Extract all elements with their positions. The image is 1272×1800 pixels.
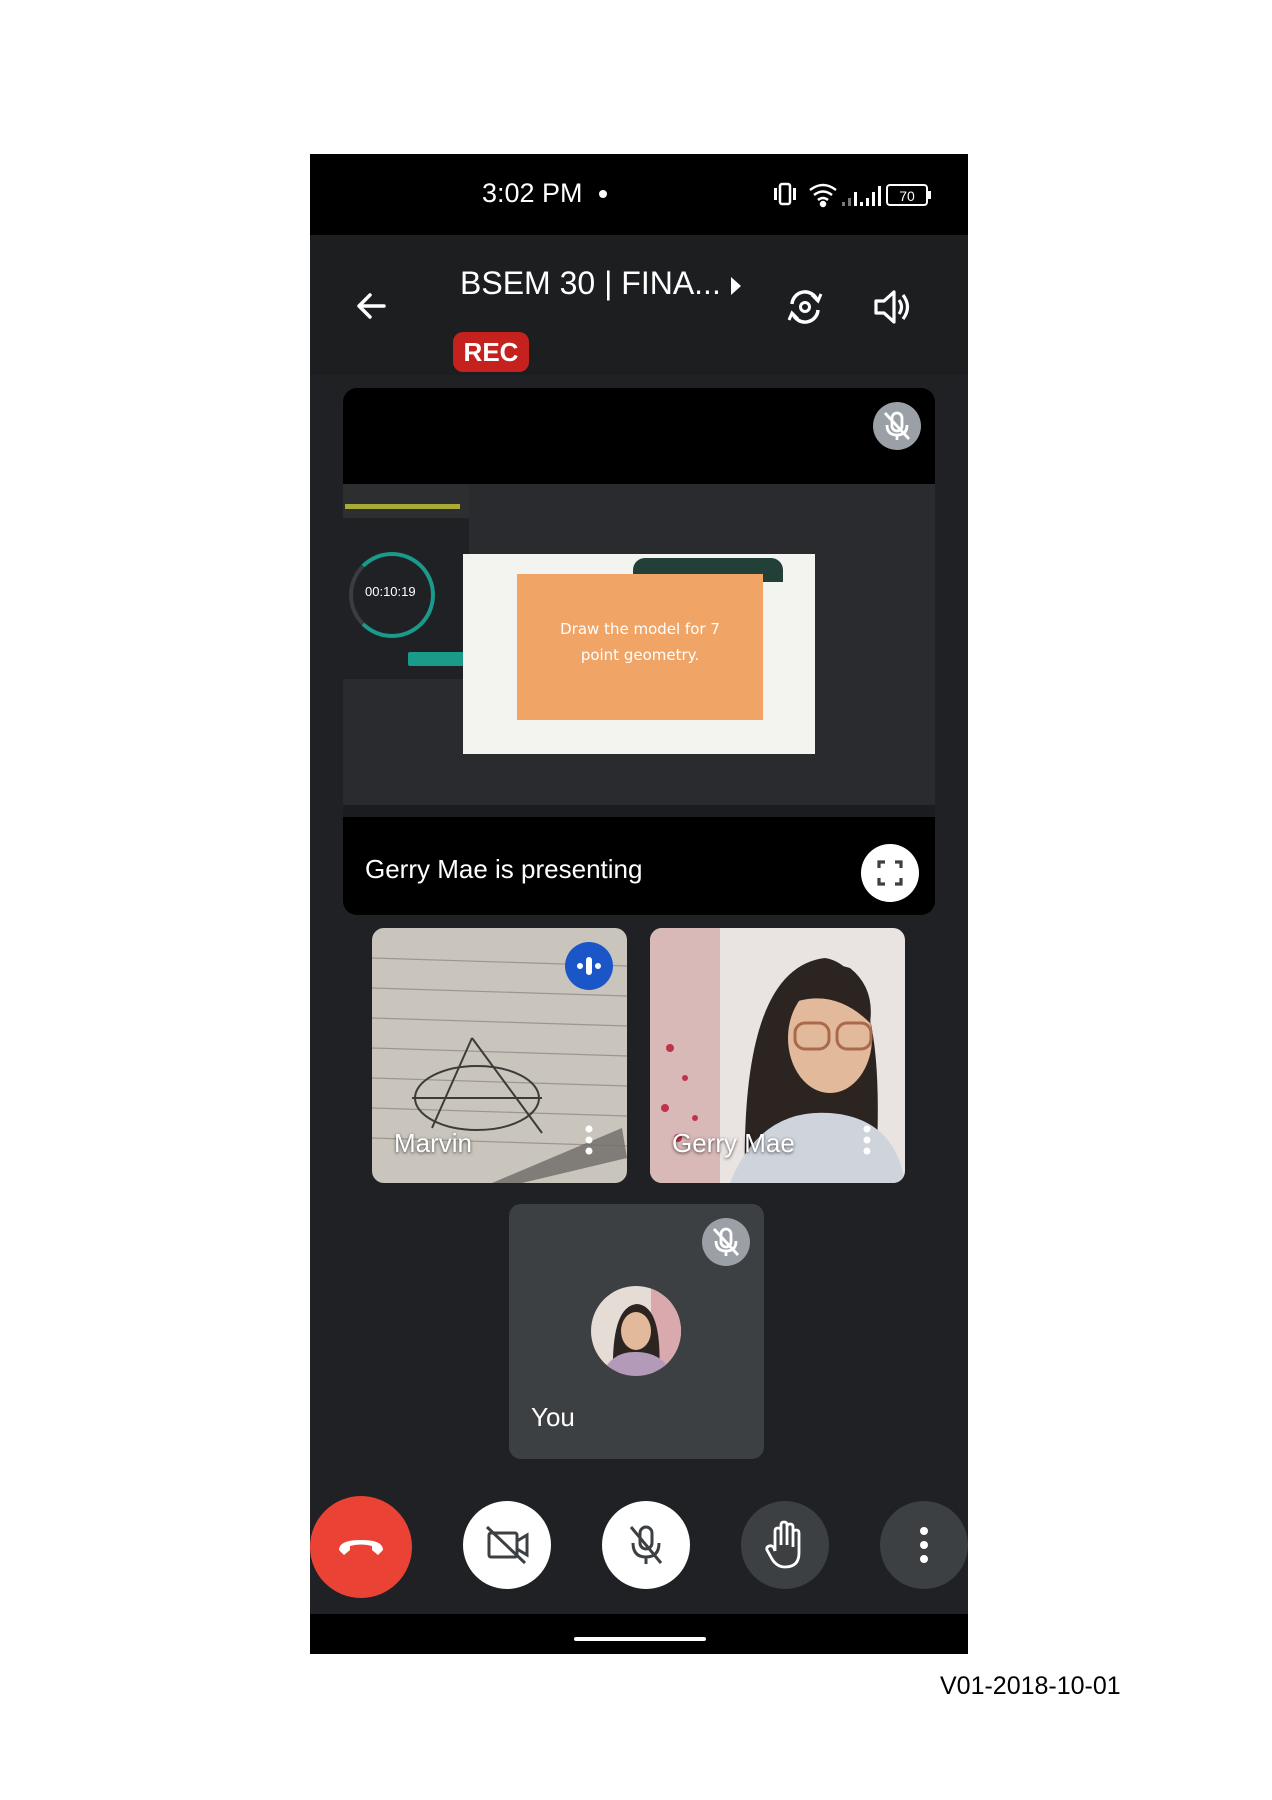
status-time: 3:02 PM <box>482 178 583 208</box>
home-indicator[interactable] <box>574 1637 706 1641</box>
version-label: V01-2018-10-01 <box>940 1672 1121 1700</box>
fullscreen-icon <box>877 860 903 886</box>
timer-value: 00:10:19 <box>365 584 416 599</box>
self-avatar <box>591 1286 681 1376</box>
meeting-title[interactable]: BSEM 30 | FINA... <box>460 265 721 302</box>
speaker-icon[interactable] <box>872 287 912 327</box>
slide-text-line2: point geometry. <box>580 646 700 664</box>
caret-right-icon[interactable] <box>728 275 744 297</box>
wifi-icon <box>809 183 837 208</box>
self-muted-badge <box>702 1218 750 1266</box>
participant-tile-marvin[interactable]: Marvin <box>372 928 627 1183</box>
slide-text-line1: Draw the model for 7 <box>560 620 720 638</box>
more-vert-icon[interactable] <box>863 1125 871 1155</box>
mic-toggle-button[interactable] <box>602 1501 690 1589</box>
more-options-button[interactable] <box>880 1501 968 1589</box>
self-tile[interactable]: You <box>509 1204 764 1459</box>
phone-screen: 3:02 PM 70 BSEM 30 | FINA... REC 00:10:1… <box>310 154 968 1654</box>
camera-off-icon <box>485 1525 529 1565</box>
timer-window: 00:10:19 <box>343 484 469 679</box>
svg-text:70: 70 <box>899 188 915 204</box>
mic-off-icon <box>712 1227 740 1256</box>
fullscreen-button[interactable] <box>861 844 919 902</box>
desktop-taskbar <box>343 805 935 817</box>
end-call-button[interactable] <box>310 1496 412 1598</box>
presentation-tile[interactable]: 00:10:19 Draw the model for 7 point geom… <box>343 388 935 915</box>
speaking-indicator <box>565 942 613 990</box>
vibrate-icon <box>774 182 796 206</box>
recording-badge: REC <box>453 332 529 372</box>
battery-icon: 70 <box>886 184 931 206</box>
back-arrow-icon[interactable] <box>354 288 390 324</box>
audio-level-icon <box>577 957 601 975</box>
notification-dot <box>599 190 607 198</box>
call-header: BSEM 30 | FINA... <box>310 235 968 375</box>
add-timer-button <box>408 652 464 666</box>
phone-hangup-icon <box>339 1540 383 1555</box>
shared-screen: 00:10:19 Draw the model for 7 point geom… <box>343 484 935 817</box>
raise-hand-icon <box>765 1520 801 1569</box>
switch-camera-icon[interactable] <box>784 286 826 328</box>
more-vert-icon[interactable] <box>585 1125 593 1155</box>
presenting-caption: Gerry Mae is presenting <box>365 854 643 884</box>
status-bar: 3:02 PM 70 <box>310 154 968 235</box>
nav-bar <box>310 1614 968 1654</box>
raise-hand-button[interactable] <box>741 1501 829 1589</box>
mic-off-icon <box>883 411 911 440</box>
mic-off-icon <box>629 1525 663 1564</box>
more-vert-icon <box>920 1527 928 1563</box>
self-name: You <box>531 1402 575 1432</box>
presenter-muted-badge <box>873 402 921 450</box>
participant-tile-gerry-mae[interactable]: Gerry Mae <box>650 928 905 1183</box>
system-icons: 70 <box>774 182 931 208</box>
slide-card: Draw the model for 7 point geometry. <box>517 574 763 720</box>
camera-toggle-button[interactable] <box>463 1501 551 1589</box>
slide: Draw the model for 7 point geometry. <box>463 554 815 754</box>
signal-icon <box>842 186 881 206</box>
participant-name: Gerry Mae <box>672 1128 795 1158</box>
participant-name: Marvin <box>394 1128 473 1158</box>
